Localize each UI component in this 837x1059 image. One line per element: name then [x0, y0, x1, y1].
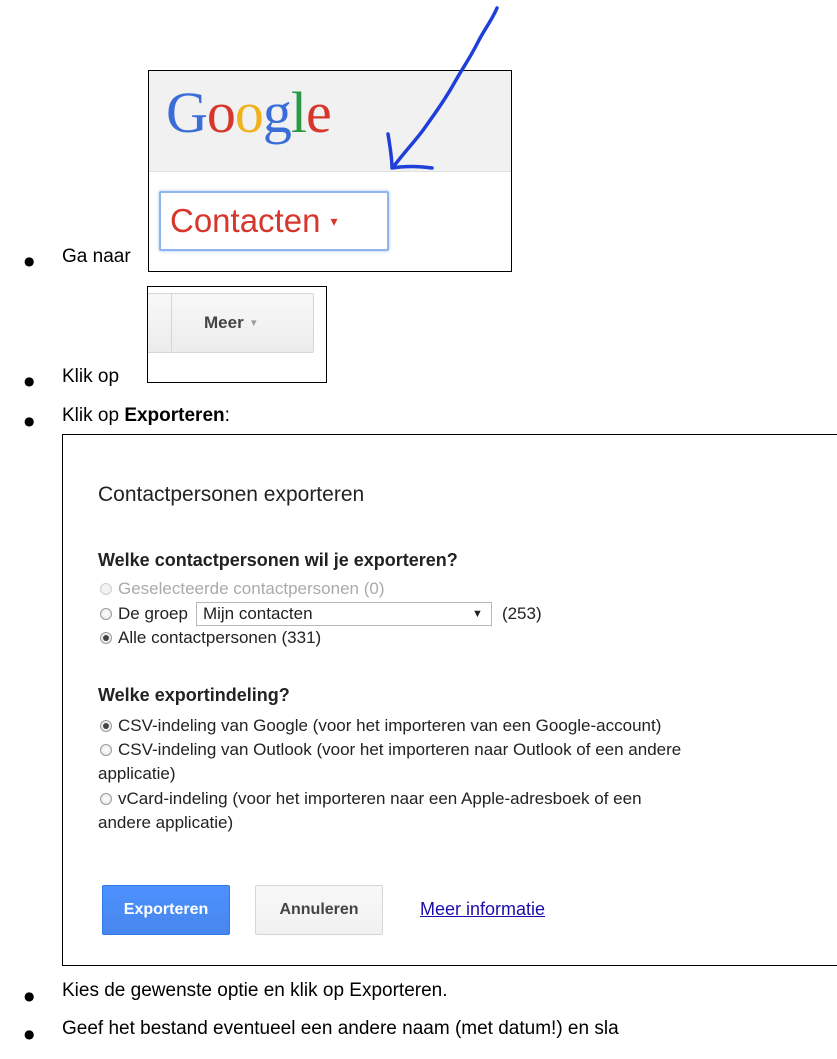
format-outlook-csv[interactable]: CSV-indeling van Outlook (voor het impor… — [100, 740, 681, 760]
radio-group[interactable] — [100, 608, 112, 620]
google-logo: Google — [166, 80, 332, 145]
hand-drawn-arrow-icon — [386, 6, 499, 170]
export-dialog: Contactpersonen exporteren Welke contact… — [62, 434, 837, 966]
document-page: ● Ga naar Google Contacten ▾ ● Klik op M… — [0, 0, 837, 1059]
more-info-link[interactable]: Meer informatie — [420, 899, 545, 920]
option-group[interactable]: De groep Mijn contacten ▼ (253) — [100, 602, 542, 626]
radio-all-contacts[interactable] — [100, 632, 112, 644]
option-all-contacts[interactable]: Alle contactpersonen (331) — [100, 628, 321, 648]
meer-label: Meer — [204, 313, 244, 332]
radio-google-csv[interactable] — [100, 720, 112, 732]
meer-button[interactable]: Meer ▾ — [148, 293, 314, 353]
format-vcard-cont: andere applicatie) — [98, 813, 234, 832]
export-button[interactable]: Exporteren — [102, 885, 230, 935]
step-3-text: Klik op Exporteren: — [62, 405, 230, 426]
contacten-label: Contacten — [170, 202, 321, 239]
dialog-title: Contactpersonen exporteren — [98, 483, 365, 506]
format-google-csv[interactable]: CSV-indeling van Google (voor het import… — [100, 716, 661, 736]
bullet: ● — [24, 1027, 35, 1041]
cancel-button[interactable]: Annuleren — [255, 885, 383, 935]
radio-selected-contacts — [100, 583, 112, 595]
chevron-down-icon: ▾ — [251, 317, 257, 329]
bullet: ● — [24, 374, 35, 388]
format-outlook-csv-cont: applicatie) — [98, 764, 176, 783]
group-count: (253) — [501, 604, 542, 623]
radio-vcard[interactable] — [100, 793, 112, 805]
step-5-text: Geef het bestand eventueel een andere na… — [62, 1018, 619, 1039]
bullet: ● — [24, 414, 35, 428]
button-divider — [171, 294, 172, 352]
bullet: ● — [24, 989, 35, 1003]
format-question: Welke exportindeling? — [98, 685, 290, 705]
step-4-text: Kies de gewenste optie en klik op Export… — [62, 980, 448, 1001]
chevron-down-icon: ▼ — [472, 608, 483, 620]
meer-screenshot: Meer ▾ — [147, 286, 327, 383]
radio-outlook-csv[interactable] — [100, 744, 112, 756]
option-selected-contacts: Geselecteerde contactpersonen (0) — [100, 579, 385, 599]
bullet: ● — [24, 254, 35, 268]
contacts-question: Welke contactpersonen wil je exporteren? — [98, 550, 458, 570]
format-vcard[interactable]: vCard-indeling (voor het importeren naar… — [100, 789, 642, 809]
contacten-menu-button[interactable]: Contacten ▾ — [159, 191, 389, 251]
group-select[interactable]: Mijn contacten ▼ — [195, 602, 492, 626]
step-1-text: Ga naar — [62, 246, 131, 267]
chevron-down-icon: ▾ — [330, 212, 338, 229]
step-2-text: Klik op — [62, 366, 120, 387]
